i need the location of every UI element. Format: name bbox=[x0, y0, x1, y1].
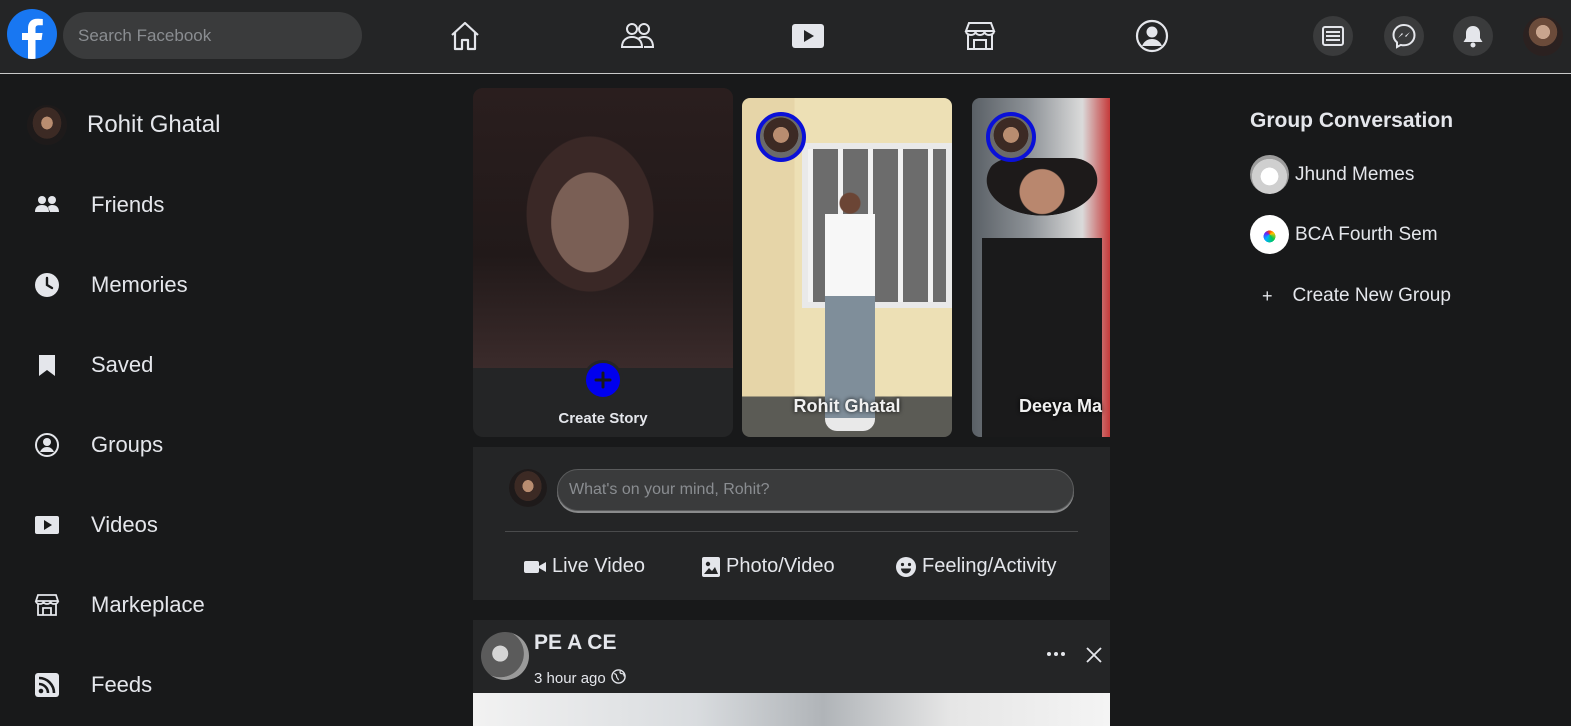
plus-icon: + bbox=[1262, 285, 1273, 306]
avatar bbox=[509, 469, 547, 507]
sidebar-item-label: Memories bbox=[91, 272, 188, 297]
messenger-icon[interactable] bbox=[1384, 16, 1424, 56]
home-icon[interactable] bbox=[447, 18, 483, 54]
post-composer: Live Video Photo/Video Feeling/Activity bbox=[473, 447, 1110, 600]
sidebar-item-saved[interactable]: Saved bbox=[34, 345, 153, 385]
top-navigation-bar bbox=[0, 0, 1571, 74]
post-image[interactable] bbox=[473, 693, 1110, 726]
divider bbox=[505, 531, 1078, 532]
group-item-bca-fourth-sem[interactable]: BCA Fourth Sem bbox=[1250, 215, 1438, 254]
status-input[interactable] bbox=[557, 469, 1074, 511]
group-avatar bbox=[1250, 215, 1289, 254]
profile-icon[interactable] bbox=[1134, 18, 1170, 54]
create-new-group-label: Create New Group bbox=[1292, 285, 1451, 306]
sidebar-item-memories[interactable]: Memories bbox=[34, 265, 188, 305]
feeling-activity-button[interactable]: Feeling/Activity bbox=[896, 555, 1057, 578]
watch-icon[interactable] bbox=[790, 18, 826, 54]
account-avatar[interactable] bbox=[1523, 16, 1563, 56]
story-name: Deeya Ma bbox=[1019, 396, 1103, 416]
play-icon bbox=[34, 512, 60, 538]
story-photo-person bbox=[825, 186, 875, 431]
sidebar-item-label: Markeplace bbox=[91, 592, 205, 617]
post-timestamp: 3 hour ago bbox=[534, 669, 626, 688]
sidebar-item-label: Videos bbox=[91, 512, 158, 537]
group-name: Jhund Memes bbox=[1295, 163, 1415, 185]
bookmark-icon bbox=[34, 352, 60, 378]
rss-icon bbox=[34, 672, 60, 698]
photo-icon bbox=[702, 556, 720, 577]
sidebar-item-label: Groups bbox=[91, 432, 164, 457]
photo-video-label: Photo/Video bbox=[726, 555, 835, 577]
sidebar-item-videos[interactable]: Videos bbox=[34, 505, 158, 545]
user-circle-icon bbox=[34, 432, 60, 458]
more-options-icon[interactable] bbox=[1044, 642, 1068, 671]
store-icon bbox=[34, 592, 60, 618]
facebook-logo-icon[interactable] bbox=[7, 9, 57, 59]
group-name: BCA Fourth Sem bbox=[1295, 223, 1438, 245]
sidebar-item-feeds[interactable]: Feeds bbox=[34, 665, 152, 705]
news-icon[interactable] bbox=[1313, 16, 1353, 56]
notifications-icon[interactable] bbox=[1453, 16, 1493, 56]
video-camera-icon bbox=[524, 559, 546, 575]
friends-icon[interactable] bbox=[619, 18, 655, 54]
profile-name: Rohit Ghatal bbox=[87, 111, 221, 138]
post-time-text: 3 hour ago bbox=[534, 670, 606, 687]
feed-post: PE A CE 3 hour ago bbox=[473, 620, 1110, 726]
sidebar-item-label: Saved bbox=[91, 352, 154, 377]
live-video-button[interactable]: Live Video bbox=[524, 555, 645, 578]
sidebar-item-friends[interactable]: Friends bbox=[34, 185, 164, 225]
friends-icon bbox=[34, 192, 60, 218]
avatar[interactable] bbox=[481, 632, 529, 680]
sidebar-item-marketplace[interactable]: Markeplace bbox=[34, 585, 205, 625]
sidebar-profile-link[interactable]: Rohit Ghatal bbox=[27, 105, 220, 145]
story-name: Rohit Ghatal bbox=[793, 396, 901, 416]
clock-icon bbox=[34, 272, 60, 298]
sidebar-item-label: Friends bbox=[91, 192, 165, 217]
photo-video-button[interactable]: Photo/Video bbox=[702, 555, 835, 578]
group-item-jhund-memes[interactable]: Jhund Memes bbox=[1250, 155, 1414, 194]
close-icon[interactable] bbox=[1085, 646, 1103, 669]
story-profile-photo bbox=[473, 88, 733, 368]
live-video-label: Live Video bbox=[552, 555, 646, 577]
sidebar-item-groups[interactable]: Groups bbox=[34, 425, 163, 465]
group-conversation-heading: Group Conversation bbox=[1250, 109, 1454, 132]
create-story-card[interactable]: Create Story bbox=[473, 88, 733, 437]
avatar bbox=[27, 105, 67, 145]
sidebar-item-label: Feeds bbox=[91, 672, 153, 697]
post-author[interactable]: PE A CE bbox=[534, 631, 616, 655]
plus-icon[interactable] bbox=[583, 360, 623, 400]
story-avatar bbox=[986, 112, 1036, 162]
group-avatar bbox=[1250, 155, 1289, 194]
create-story-label: Create Story bbox=[558, 410, 648, 427]
story-card[interactable]: Rohit Ghatal bbox=[742, 98, 952, 437]
globe-icon bbox=[610, 669, 626, 688]
feeling-activity-label: Feeling/Activity bbox=[922, 555, 1057, 577]
create-new-group-button[interactable]: + Create New Group bbox=[1262, 285, 1451, 307]
story-avatar bbox=[756, 112, 806, 162]
story-card[interactable]: Deeya Ma bbox=[972, 98, 1110, 437]
marketplace-icon[interactable] bbox=[962, 18, 998, 54]
smile-icon bbox=[896, 556, 916, 577]
search-input[interactable] bbox=[63, 12, 362, 59]
